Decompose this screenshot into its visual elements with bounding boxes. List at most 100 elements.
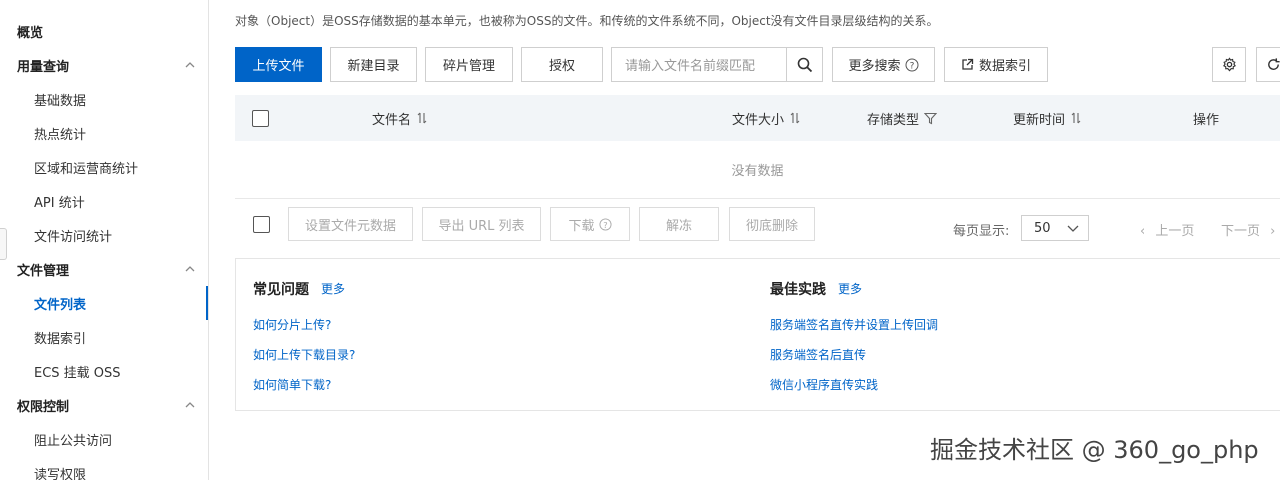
search-icon (797, 57, 812, 72)
svg-text:?: ? (603, 219, 607, 229)
sidebar-item-ecs-mount[interactable]: ECS 挂载 OSS (0, 354, 208, 388)
sidebar-item-region-isp[interactable]: 区域和运营商统计 (0, 150, 208, 184)
footer-select-all-checkbox[interactable] (253, 216, 270, 233)
search-input[interactable]: 请输入文件名前缀匹配 (612, 55, 786, 74)
external-link-icon (962, 58, 974, 70)
export-url-button[interactable]: 导出 URL 列表 (422, 207, 541, 241)
data-index-button[interactable]: 数据索引 (944, 47, 1048, 82)
column-header-filename[interactable]: 文件名 (372, 95, 428, 141)
svg-text:?: ? (909, 61, 914, 71)
refresh-button[interactable] (1256, 47, 1280, 82)
sort-icon (417, 112, 427, 124)
main-content: 对象（Object）是OSS存储数据的基本单元，也被称为OSS的文件。和传统的文… (209, 0, 1280, 480)
sidebar-item-label: 文件访问统计 (34, 229, 113, 245)
sidebar-item-label: API 统计 (34, 195, 85, 211)
next-page-label: 下一页 (1221, 224, 1261, 239)
column-label: 文件名 (372, 112, 412, 128)
active-indicator (206, 286, 208, 320)
sidebar-group-usage[interactable]: 用量查询 (0, 48, 208, 82)
best-practice-link[interactable]: 服务端签名直传并设置上传回调 (770, 316, 938, 333)
sidebar-item-label: 区域和运营商统计 (34, 161, 139, 177)
chevron-down-icon (1067, 225, 1079, 232)
settings-button[interactable] (1212, 47, 1246, 82)
search-box: 请输入文件名前缀匹配 (611, 47, 823, 82)
column-label: 更新时间 (1013, 112, 1066, 128)
page-description: 对象（Object）是OSS存储数据的基本单元，也被称为OSS的文件。和传统的文… (235, 14, 939, 28)
faq-link[interactable]: 如何简单下载? (253, 376, 331, 393)
more-search-label: 更多搜索 (848, 59, 901, 74)
sidebar-item-label: 读写权限 (34, 467, 87, 480)
fragment-manage-button[interactable]: 碎片管理 (425, 47, 513, 82)
column-header-storage-type[interactable]: 存储类型 (867, 95, 938, 141)
next-page-button[interactable]: 下一页 › (1221, 220, 1275, 239)
refresh-icon (1267, 58, 1280, 70)
best-practice-link[interactable]: 微信小程序直传实践 (770, 376, 878, 393)
new-directory-button[interactable]: 新建目录 (330, 47, 417, 82)
help-icon: ? (905, 58, 918, 71)
sidebar-collapse-handle[interactable] (0, 228, 7, 260)
authorize-button[interactable]: 授权 (521, 47, 603, 82)
gear-icon (1222, 57, 1236, 72)
sidebar-item-label: 热点统计 (34, 127, 87, 143)
faq-title: 常见问题 (253, 282, 309, 298)
sidebar-group-file-manage[interactable]: 文件管理 (0, 252, 208, 286)
sidebar-item-file-access[interactable]: 文件访问统计 (0, 218, 208, 252)
column-header-updated[interactable]: 更新时间 (1013, 95, 1082, 141)
best-practice-title: 最佳实践 (770, 282, 826, 298)
per-page-select[interactable]: 50 (1021, 215, 1089, 241)
per-page-value: 50 (1034, 220, 1051, 236)
more-search-button[interactable]: 更多搜索 ? (832, 47, 935, 82)
column-label: 存储类型 (867, 112, 920, 128)
sidebar-item-label: 文件管理 (17, 263, 70, 279)
sidebar-item-block-public[interactable]: 阻止公共访问 (0, 422, 208, 456)
per-page-label: 每页显示: (953, 224, 1010, 239)
best-practice-more-link[interactable]: 更多 (838, 280, 862, 297)
sidebar-item-file-list[interactable]: 文件列表 (0, 286, 208, 320)
chevron-up-icon (185, 266, 195, 272)
column-header-filesize[interactable]: 文件大小 (732, 95, 801, 141)
sidebar-item-label: 阻止公共访问 (34, 433, 113, 449)
search-button[interactable] (786, 48, 822, 81)
chevron-up-icon (185, 402, 195, 408)
sidebar-item-basic-data[interactable]: 基础数据 (0, 82, 208, 116)
download-button[interactable]: 下载 ? (550, 207, 630, 241)
help-panel: 常见问题 更多 如何分片上传? 如何上传下载目录? 如何简单下载? 最佳实践 更… (235, 258, 1280, 411)
watermark: 掘金技术社区 @ 360_go_php (930, 436, 1259, 464)
help-icon: ? (598, 217, 612, 231)
delete-permanently-button[interactable]: 彻底删除 (729, 207, 815, 241)
sidebar-item-api-stats[interactable]: API 统计 (0, 184, 208, 218)
column-header-actions: 操作 (1193, 95, 1219, 141)
faq-more-link[interactable]: 更多 (321, 280, 345, 297)
table-header: 文件名 文件大小 存储类型 更新时间 操作 (235, 95, 1280, 141)
column-label: 操作 (1193, 112, 1220, 128)
chevron-left-icon: ‹ (1140, 224, 1146, 239)
upload-file-button[interactable]: 上传文件 (235, 47, 322, 82)
unfreeze-button[interactable]: 解冻 (639, 207, 719, 241)
sidebar-item-label: 文件列表 (34, 297, 87, 313)
sidebar-item-label: 权限控制 (17, 399, 70, 415)
sort-icon (1071, 112, 1081, 124)
sidebar-item-data-index[interactable]: 数据索引 (0, 320, 208, 354)
set-metadata-button[interactable]: 设置文件元数据 (288, 207, 413, 241)
prev-page-label: 上一页 (1155, 224, 1195, 239)
sidebar-item-hotspot[interactable]: 热点统计 (0, 116, 208, 150)
chevron-up-icon (185, 62, 195, 68)
sidebar-item-label: 基础数据 (34, 93, 87, 109)
sidebar-item-overview[interactable]: 概览 (0, 14, 208, 48)
sidebar-item-rw-permission[interactable]: 读写权限 (0, 456, 208, 480)
sidebar-item-label: 概览 (17, 25, 44, 41)
select-all-checkbox[interactable] (252, 110, 269, 127)
filter-icon (924, 112, 938, 124)
faq-link[interactable]: 如何分片上传? (253, 316, 331, 333)
best-practice-link[interactable]: 服务端签名后直传 (770, 346, 866, 363)
sort-icon (790, 112, 800, 124)
sidebar-item-label: 用量查询 (17, 59, 70, 75)
data-index-label: 数据索引 (978, 59, 1031, 74)
column-label: 文件大小 (732, 112, 785, 128)
chevron-right-icon: › (1270, 224, 1276, 239)
sidebar: 概览 用量查询 基础数据 热点统计 区域和运营商统计 API 统计 文件访问统计… (0, 0, 209, 480)
sidebar-item-label: 数据索引 (34, 331, 87, 347)
faq-link[interactable]: 如何上传下载目录? (253, 346, 355, 363)
prev-page-button[interactable]: ‹ 上一页 (1140, 220, 1194, 239)
sidebar-group-permission[interactable]: 权限控制 (0, 388, 208, 422)
